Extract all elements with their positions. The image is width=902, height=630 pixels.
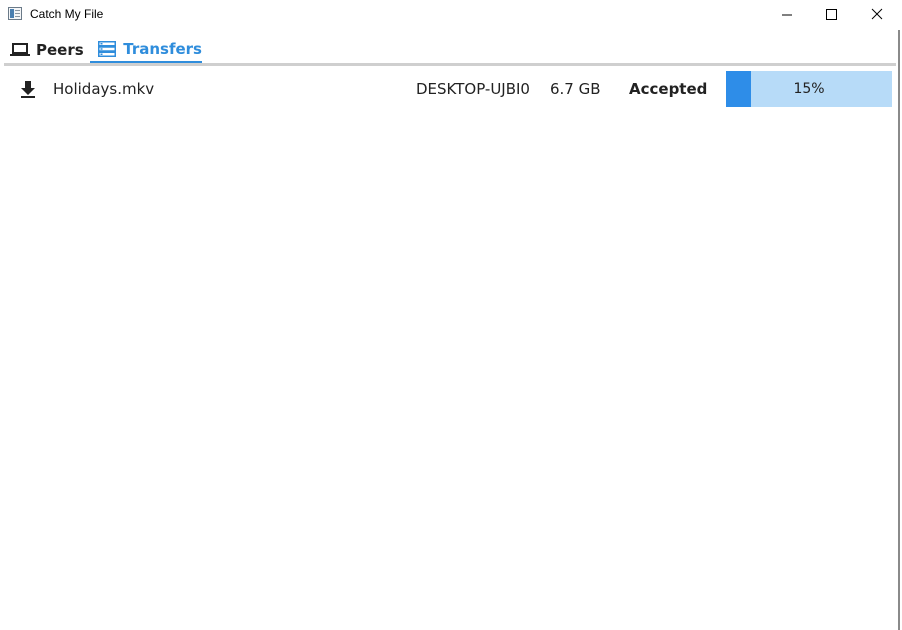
transfer-row[interactable]: Holidays.mkv DESKTOP-UJBI0 6.7 GB Accept… [4, 70, 892, 108]
download-icon [18, 79, 38, 99]
window-title: Catch My File [30, 7, 104, 21]
minimize-icon [782, 14, 792, 16]
progress-bar: 15% [726, 71, 892, 107]
minimize-button[interactable] [764, 0, 810, 30]
tab-transfers[interactable]: Transfers [90, 36, 202, 64]
list-icon [98, 40, 117, 57]
close-button[interactable] [854, 0, 900, 30]
app-icon [8, 7, 22, 20]
close-icon [871, 8, 883, 20]
peer-name: DESKTOP-UJBI0 [416, 80, 530, 98]
tab-divider [4, 63, 896, 66]
maximize-button[interactable] [808, 0, 854, 30]
progress-label: 15% [793, 81, 825, 97]
app-window: Catch My File Peers Transfers Holidays.m… [0, 0, 900, 630]
status-label: Accepted [629, 80, 708, 98]
title-bar[interactable]: Catch My File [0, 0, 900, 30]
tab-label: Peers [36, 41, 84, 59]
tab-bar: Peers Transfers [4, 36, 896, 64]
tab-label: Transfers [123, 39, 202, 58]
maximize-icon [826, 9, 837, 20]
file-size: 6.7 GB [550, 80, 601, 98]
tab-peers[interactable]: Peers [10, 36, 90, 64]
file-name: Holidays.mkv [53, 80, 155, 98]
laptop-icon [10, 42, 30, 58]
